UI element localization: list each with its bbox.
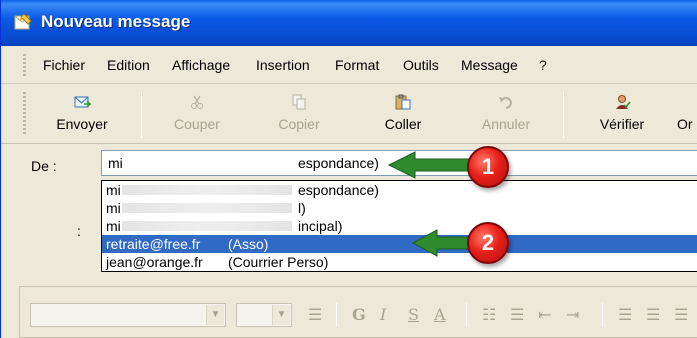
- list-item-label: (Courrier Perso): [228, 254, 329, 270]
- menu-bar: Fichier Edition Affichage Insertion Form…: [1, 46, 697, 84]
- menu-outils[interactable]: Outils: [403, 57, 439, 73]
- title-bar[interactable]: Nouveau message: [1, 0, 697, 46]
- list-item[interactable]: mi incipal): [102, 217, 697, 235]
- undo-label: Annuler: [481, 116, 531, 132]
- menu-format[interactable]: Format: [335, 57, 379, 73]
- menu-edition[interactable]: Edition: [107, 57, 150, 73]
- from-value: mi: [108, 155, 123, 171]
- send-label: Envoyer: [56, 116, 108, 132]
- copy-label: Copier: [278, 116, 320, 132]
- check-names-button[interactable]: Vérifier: [591, 88, 653, 140]
- numbered-list-icon[interactable]: ☷: [482, 305, 496, 324]
- toolbar-separator: [141, 92, 142, 138]
- list-item-label: l): [298, 200, 306, 216]
- list-item-address: mi: [106, 200, 121, 216]
- undo-button[interactable]: Annuler: [475, 88, 537, 140]
- overflow-button[interactable]: Or: [677, 88, 697, 140]
- list-item-address: mi: [106, 218, 121, 234]
- list-item[interactable]: jean@orange.fr (Courrier Perso): [102, 253, 697, 271]
- bullet-list-icon[interactable]: ☰: [510, 305, 524, 324]
- check-label: Vérifier: [599, 116, 645, 132]
- underline-button[interactable]: S: [408, 305, 419, 324]
- cut-button[interactable]: Couper: [167, 88, 227, 140]
- decrease-indent-icon[interactable]: ⇤: [538, 305, 551, 324]
- menu-fichier[interactable]: Fichier: [43, 57, 85, 73]
- from-label: De :: [31, 158, 57, 174]
- paste-label: Coller: [384, 116, 422, 132]
- menu-message[interactable]: Message: [461, 57, 518, 73]
- format-separator: [336, 303, 337, 327]
- from-value-suffix: espondance): [298, 155, 379, 171]
- formatting-toolbar: ▼ ▼ ☰ G I S A ☷ ☰ ⇤ ⇥ ☰ ☰ ☰: [19, 286, 697, 338]
- undo-icon: [499, 96, 513, 109]
- annotation-badge-2: 2: [467, 222, 509, 264]
- check-names-icon: [616, 95, 631, 109]
- format-separator: [466, 303, 467, 327]
- list-item[interactable]: mi l): [102, 199, 697, 217]
- align-left-icon[interactable]: ☰: [618, 305, 632, 324]
- list-item-label: (Asso): [228, 236, 269, 252]
- list-item-label: espondance): [298, 182, 379, 198]
- list-item-label: incipal): [298, 218, 343, 234]
- cut-label: Couper: [174, 116, 220, 132]
- redacted-text: [122, 221, 292, 231]
- send-button[interactable]: Envoyer: [51, 88, 113, 140]
- paragraph-style-icon[interactable]: ☰: [308, 305, 322, 324]
- header-fields: De : : mi espondance) mi espondance) mi …: [1, 144, 697, 280]
- compose-window: Nouveau message Fichier Edition Affichag…: [0, 0, 697, 338]
- chevron-down-icon: ▼: [272, 305, 290, 325]
- list-item-address: jean@orange.fr: [106, 254, 203, 270]
- toolbar-grip[interactable]: [23, 92, 26, 136]
- align-center-icon[interactable]: ☰: [646, 305, 660, 324]
- scissors-icon: [191, 95, 203, 109]
- message-icon: [14, 13, 32, 30]
- copy-button[interactable]: Copier: [269, 88, 329, 140]
- font-size-select[interactable]: ▼: [236, 303, 292, 327]
- format-separator: [602, 303, 603, 327]
- redacted-text: [122, 203, 292, 213]
- list-item-address: retraite@free.fr: [106, 236, 201, 252]
- chevron-down-icon: ▼: [206, 305, 224, 325]
- redacted-text: [122, 185, 292, 195]
- field-label-colon: :: [77, 223, 81, 239]
- copy-icon: [292, 94, 306, 110]
- annotation-badge-1: 1: [467, 146, 509, 188]
- toolbar: Envoyer Couper Copier Coller Annuler Vér…: [1, 84, 697, 144]
- font-name-select[interactable]: ▼: [30, 303, 226, 327]
- send-icon: [74, 96, 91, 108]
- bold-button[interactable]: G: [352, 305, 366, 324]
- annotation-arrow-1: [387, 151, 476, 179]
- list-item-address: mi: [106, 182, 121, 198]
- from-dropdown-list: mi espondance) mi l) mi incipal) retrait…: [101, 180, 697, 272]
- formatting-area: ▼ ▼ ☰ G I S A ☷ ☰ ⇤ ⇥ ☰ ☰ ☰: [1, 280, 697, 338]
- list-item[interactable]: mi espondance): [102, 181, 697, 199]
- window-title: Nouveau message: [41, 12, 191, 31]
- menu-grip[interactable]: [23, 54, 26, 76]
- paste-icon: [395, 94, 411, 110]
- overflow-label: Or: [677, 116, 693, 132]
- font-color-button[interactable]: A: [434, 305, 446, 324]
- paste-button[interactable]: Coller: [373, 88, 433, 140]
- menu-affichage[interactable]: Affichage: [172, 57, 230, 73]
- list-item-selected[interactable]: retraite@free.fr (Asso): [102, 235, 697, 253]
- overflow-icon: [677, 94, 695, 110]
- menu-help[interactable]: ?: [539, 57, 547, 73]
- menu-insertion[interactable]: Insertion: [256, 57, 310, 73]
- toolbar-separator: [563, 92, 564, 138]
- increase-indent-icon[interactable]: ⇥: [566, 305, 579, 324]
- align-right-icon[interactable]: ☰: [674, 305, 688, 324]
- italic-button[interactable]: I: [380, 305, 386, 324]
